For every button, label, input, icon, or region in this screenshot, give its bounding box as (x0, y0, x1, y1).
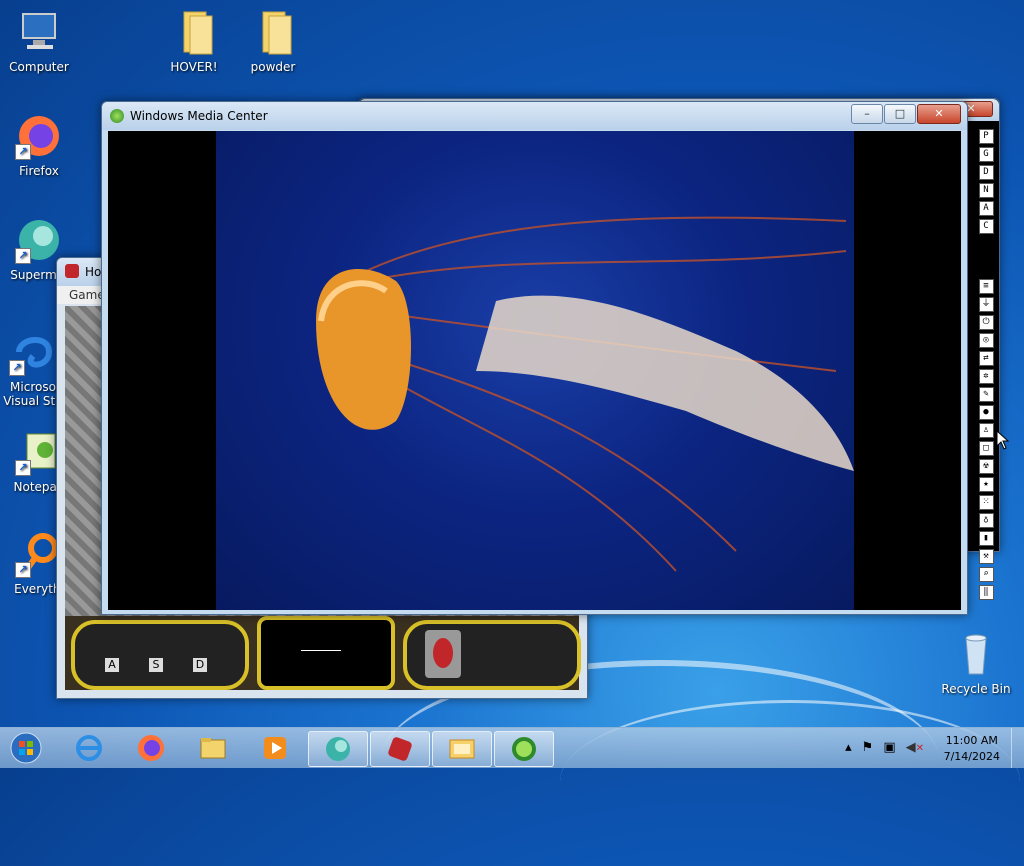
clock-date: 7/14/2024 (943, 750, 1000, 763)
video-area[interactable] (108, 131, 961, 610)
desktop-icon-label: Recycle Bin (941, 682, 1011, 696)
bulb-icon[interactable]: ♁ (978, 513, 994, 528)
tool-letter-g[interactable]: G (978, 147, 994, 162)
hud-radar (257, 616, 395, 690)
taskbar-powder-icon[interactable] (432, 731, 492, 767)
key-s: S (149, 658, 163, 672)
media-center-window[interactable]: Windows Media Center – □ ✕ (101, 101, 968, 615)
folder-icon (170, 8, 218, 56)
desktop-icon-computer[interactable]: Computer (3, 8, 75, 74)
close-button[interactable]: ✕ (917, 104, 961, 124)
desktop-icon-hover-folder[interactable]: HOVER! (158, 8, 230, 74)
key-d: D (193, 658, 207, 672)
shortcut-arrow-icon: ↗ (15, 460, 31, 476)
desktop-icon-label: HOVER! (170, 60, 218, 74)
media-center-titlebar[interactable]: Windows Media Center – □ ✕ (102, 102, 967, 130)
start-button[interactable] (2, 731, 50, 765)
tool-letter-a[interactable]: A (978, 201, 994, 216)
powder-toolbar: P G D N A C ≡ ⏚ ⏻ ◎ ⇄ ✲ ✎ ● ♙ □ ☢ ★ ⁙ ♁ … (978, 129, 994, 603)
firefox-icon: ↗ (15, 112, 63, 160)
bookmark-icon[interactable]: ▮ (978, 531, 994, 546)
hud-right-panel (403, 620, 581, 690)
arrows-icon[interactable]: ⇄ (978, 351, 994, 366)
jellyfish-image (216, 131, 854, 610)
minimize-button[interactable]: – (851, 104, 883, 124)
shortcut-arrow-icon: ↗ (15, 562, 31, 578)
menu-game[interactable]: Game (69, 288, 105, 302)
window-title: Ho (85, 265, 102, 279)
person-icon[interactable]: ♙ (978, 423, 994, 438)
game-hud: A S D (65, 616, 581, 690)
tool-letter-d[interactable]: D (978, 165, 994, 180)
desktop-icon-label: Firefox (19, 164, 59, 178)
show-hidden-icons-icon[interactable]: ▴ (845, 740, 852, 755)
shortcut-arrow-icon: ↗ (15, 144, 31, 160)
clock[interactable]: 11:00 AM 7/14/2024 (944, 733, 1000, 765)
desktop-icon-label: powder (250, 60, 296, 74)
maximize-button[interactable]: □ (884, 104, 916, 124)
taskbar-ie-icon[interactable] (60, 731, 118, 765)
plug-icon[interactable]: ⏚ (978, 297, 994, 312)
taskbar-media-player-icon[interactable] (246, 731, 304, 765)
circle-icon[interactable]: ◎ (978, 333, 994, 348)
media-center-icon (110, 109, 124, 123)
taskbar-hover-game-icon[interactable] (370, 731, 430, 767)
tool-letter-p[interactable]: P (978, 129, 994, 144)
computer-icon (15, 8, 63, 56)
player-badge-icon (425, 630, 461, 678)
taskbar-firefox-icon[interactable] (122, 731, 180, 765)
tool-letter-n[interactable]: N (978, 183, 994, 198)
clock-time: 11:00 AM (945, 734, 998, 747)
hud-left-panel: A S D (71, 620, 249, 690)
taskbar: ▴ ⚑ ▣ ◀✕ 11:00 AM 7/14/2024 (0, 727, 1024, 768)
volume-muted-icon[interactable]: ◀✕ (906, 740, 924, 755)
taskbar-explorer-icon[interactable] (184, 731, 242, 765)
search-icon[interactable]: ⌕ (978, 567, 994, 582)
settings-icon[interactable]: ✲ (978, 369, 994, 384)
radiation-icon[interactable]: ☢ (978, 459, 994, 474)
system-tray: ▴ ⚑ ▣ ◀✕ (845, 740, 924, 755)
key-a: A (105, 658, 119, 672)
recycle-bin-icon (952, 630, 1000, 678)
menu-icon[interactable]: ≡ (978, 279, 994, 294)
square-icon[interactable]: □ (978, 441, 994, 456)
desktop-icon-firefox[interactable]: ↗ Firefox (3, 112, 75, 178)
hammer-icon[interactable]: ⚒ (978, 549, 994, 564)
star-icon[interactable]: ★ (978, 477, 994, 492)
pencil-icon[interactable]: ✎ (978, 387, 994, 402)
taskbar-media-center-icon[interactable] (494, 731, 554, 767)
supermium-icon: ↗ (15, 216, 63, 264)
show-desktop-button[interactable] (1011, 728, 1024, 768)
desktop-icon-visual-studio[interactable]: ↗ Microso Visual Stu (3, 328, 63, 408)
desktop-icon-powder-folder[interactable]: powder (237, 8, 309, 74)
mouse-cursor-icon (996, 429, 1010, 453)
shortcut-arrow-icon: ↗ (15, 248, 31, 264)
network-icon[interactable]: ▣ (883, 740, 895, 755)
power-icon[interactable]: ⏻ (978, 315, 994, 330)
action-center-flag-icon[interactable]: ⚑ (862, 740, 874, 755)
grid-icon[interactable]: ⁙ (978, 495, 994, 510)
tool-letter-c[interactable]: C (978, 219, 994, 234)
desktop-icon-recycle-bin[interactable]: Recycle Bin (938, 630, 1014, 696)
window-title: Windows Media Center (130, 109, 268, 123)
pause-icon[interactable]: ‖ (978, 585, 994, 600)
visual-studio-icon: ↗ (9, 328, 57, 376)
shortcut-arrow-icon: ↗ (9, 360, 25, 376)
taskbar-supermium-icon[interactable] (308, 731, 368, 767)
desktop-icon-label: Computer (9, 60, 69, 74)
drop-icon[interactable]: ● (978, 405, 994, 420)
jellyfish-illustration (316, 216, 854, 572)
desktop-icon-label: Microso Visual Stu (3, 380, 63, 408)
folder-icon (249, 8, 297, 56)
hover-game-icon (65, 264, 79, 278)
